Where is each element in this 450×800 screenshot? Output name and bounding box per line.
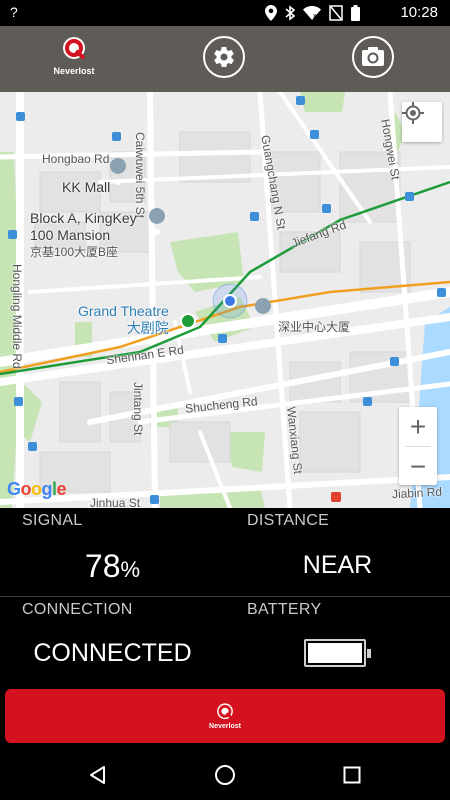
unknown-sim-indicator: ? (10, 4, 18, 20)
navigation-bar (0, 750, 450, 800)
connection-label: CONNECTION (22, 601, 133, 618)
recents-icon (343, 766, 361, 784)
camera-icon (362, 47, 384, 66)
neverlost-logo-icon (63, 37, 86, 60)
settings-button[interactable] (203, 36, 245, 78)
street-label: Hongling Middle Rd (10, 264, 24, 369)
back-button[interactable] (86, 763, 110, 787)
crosshair-icon (402, 102, 424, 124)
distance-label: DISTANCE (247, 512, 330, 529)
street-label: Hongbao Rd (42, 152, 110, 166)
signal-unit: % (120, 557, 141, 582)
battery-indicator (304, 639, 371, 667)
poi-grand-theatre-cn: 大剧院 (126, 320, 169, 336)
zoom-in-button[interactable]: + (399, 407, 437, 446)
back-icon (90, 766, 105, 784)
signal-value: 78% (0, 548, 225, 585)
home-button[interactable] (213, 763, 237, 787)
google-logo: Google (7, 479, 67, 499)
street-label: Jinhua St (90, 496, 141, 508)
battery-icon (351, 5, 360, 21)
distance-value: NEAR (302, 551, 373, 579)
status-bar: ? x 10:28 (0, 0, 450, 26)
battery-tip (367, 649, 371, 658)
poi-block-a[interactable]: Block A, KingKey 100 Mansion 京基100大厦B座 (30, 210, 137, 261)
poi-grand-theatre[interactable]: Grand Theatre 大剧院 (78, 303, 169, 337)
bluetooth-icon (285, 5, 295, 21)
action-logo-text: Neverlost (209, 723, 241, 730)
street-label: Caiwuwei 5th St (133, 132, 147, 219)
location-icon (265, 5, 277, 21)
find-device-button[interactable]: Neverlost (5, 689, 445, 743)
poi-kk-mall[interactable]: KK Mall (62, 179, 110, 196)
poi-block-a-line2: 100 Mansion (30, 227, 111, 243)
signal-number: 78 (84, 548, 121, 584)
poi-shenye-center[interactable]: 深业中心大厦 (278, 319, 350, 336)
zoom-out-button[interactable]: − (399, 447, 437, 486)
camera-button[interactable] (352, 36, 394, 78)
wifi-icon: x (303, 6, 321, 20)
neverlost-logo-icon (217, 703, 234, 720)
gear-icon (214, 47, 234, 68)
home-icon (215, 765, 235, 785)
signal-label: SIGNAL (22, 512, 83, 529)
clock: 10:28 (400, 4, 438, 21)
my-location-button[interactable] (402, 102, 442, 142)
stats-divider (0, 596, 450, 597)
zoom-controls: + − (399, 407, 437, 485)
status-icons: x (265, 5, 360, 21)
battery-fill (308, 643, 362, 663)
no-sim-icon (329, 5, 343, 21)
logo-text: Neverlost (53, 66, 95, 76)
toolbar: Neverlost (0, 26, 450, 92)
map-view[interactable]: Hongbao Rd Caiwuwei 5th St Guangchang N … (0, 92, 450, 508)
poi-block-a-cn: 京基100大厦B座 (30, 245, 119, 259)
battery-label: BATTERY (247, 601, 322, 618)
neverlost-logo: Neverlost (50, 35, 98, 76)
street-label: Jintang St (131, 382, 145, 436)
poi-block-a-line1: Block A, KingKey (30, 210, 137, 226)
street-label: Jiabin Rd (391, 484, 443, 502)
svg-text:x: x (313, 13, 317, 20)
poi-grand-theatre-en: Grand Theatre (78, 303, 169, 319)
recents-button[interactable] (340, 763, 364, 787)
connection-value: CONNECTED (33, 639, 192, 667)
